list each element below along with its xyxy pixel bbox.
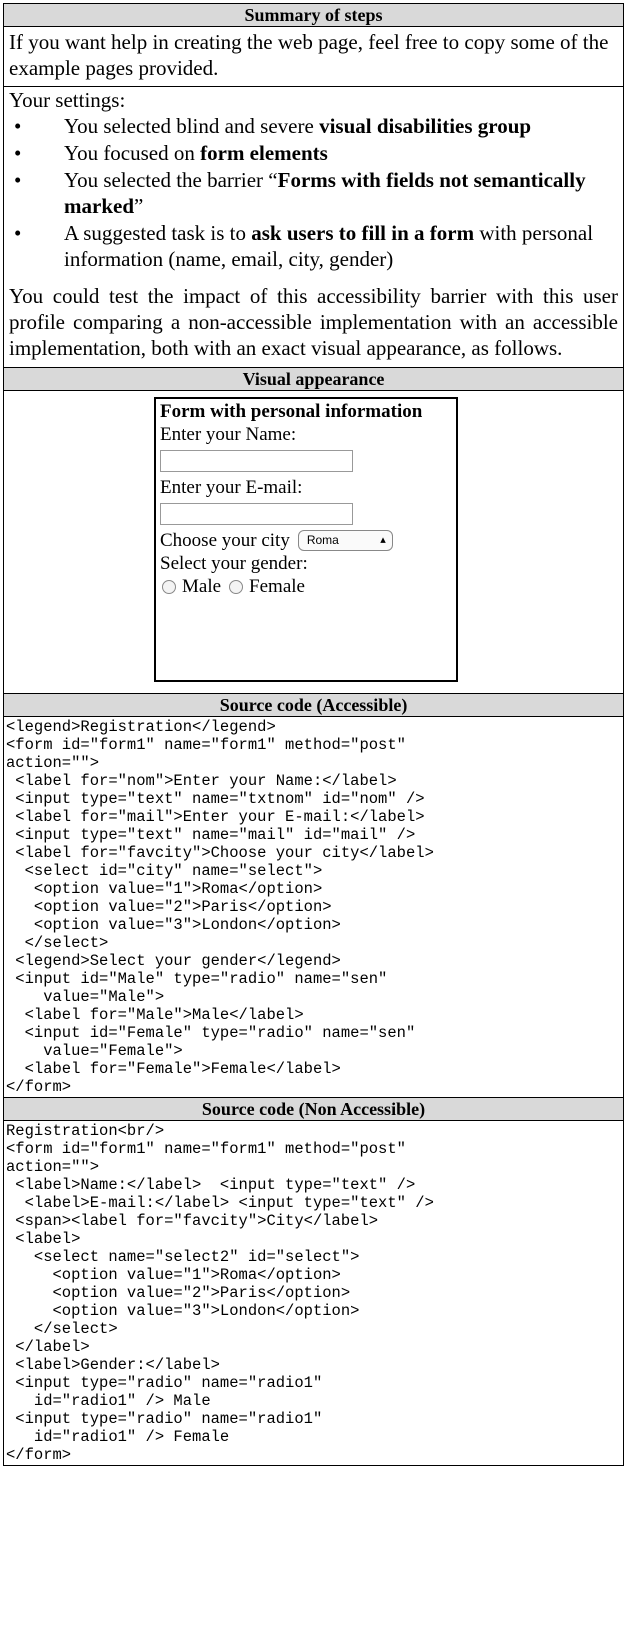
accessible-header: Source code (Accessible) (4, 694, 623, 717)
bullet-icon: • (14, 168, 22, 192)
city-row: Choose your city Roma ▴ (160, 529, 452, 552)
gender-radios: Male Female (160, 575, 452, 598)
intro-section: If you want help in creating the web pag… (4, 27, 623, 87)
bullet-icon: • (14, 141, 22, 165)
form-title: Form with personal information (160, 401, 423, 422)
settings-section: Your settings: • You selected blind and s… (4, 87, 623, 368)
intro-text: If you want help in creating the web pag… (9, 30, 609, 80)
summary-header: Summary of steps (4, 4, 623, 27)
male-radio[interactable] (162, 579, 176, 594)
form-preview: Form with personal information Enter you… (154, 397, 458, 682)
accessible-section: <legend>Registration</legend> <form id="… (4, 717, 623, 1098)
list-item: • You focused on form elements (14, 141, 328, 165)
updown-arrow-icon: ▴ (380, 534, 386, 546)
name-input[interactable] (160, 450, 353, 472)
settings-title: Your settings: (9, 88, 126, 112)
visual-section: Form with personal information Enter you… (4, 391, 623, 694)
city-select[interactable]: Roma ▴ (297, 530, 393, 551)
list-item: • A suggested task is to ask users to fil… (14, 221, 594, 271)
list-item: • You selected the barrier “Forms with fi… (14, 168, 586, 218)
email-input[interactable] (160, 503, 353, 525)
bullet-icon: • (14, 221, 22, 245)
city-select-value: Roma (306, 533, 339, 547)
female-radio[interactable] (229, 579, 244, 594)
name-label: Enter your Name: (160, 424, 297, 445)
accessible-code: <legend>Registration</legend> <form id="… (6, 718, 434, 1096)
visual-header: Visual appearance (4, 368, 623, 391)
gender-label: Select your gender: (160, 553, 308, 574)
nonaccessible-section: Registration<br/> <form id="form1" name=… (4, 1121, 623, 1465)
bullet-icon: • (14, 114, 22, 138)
nonaccessible-code: Registration<br/> <form id="form1" name=… (6, 1122, 434, 1464)
list-item: • You selected blind and severe visual di… (14, 114, 532, 138)
city-label: Choose your city (160, 530, 290, 551)
email-label: Enter your E-mail: (160, 477, 303, 498)
settings-list: • You selected blind and severe visual di… (4, 113, 623, 272)
summary-table: Summary of steps If you want help in cre… (3, 3, 624, 1466)
nonaccessible-header: Source code (Non Accessible) (4, 1098, 623, 1121)
comparison-text: You could test the impact of this access… (9, 284, 618, 360)
male-label: Male (182, 576, 222, 597)
female-label: Female (249, 576, 305, 597)
